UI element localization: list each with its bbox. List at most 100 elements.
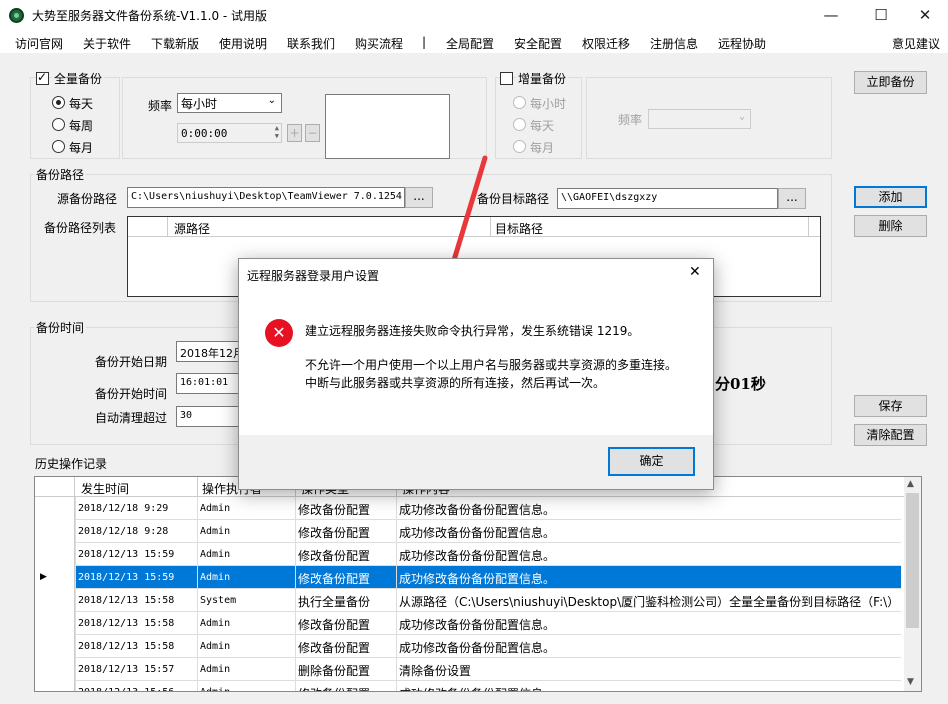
radio-monthly[interactable] [52, 140, 65, 153]
add-button[interactable]: 添加 [854, 186, 927, 208]
cell-type: 修改备份配置 [295, 612, 396, 635]
target-browse-button[interactable]: ... [778, 188, 806, 209]
scrollbar-thumb[interactable] [906, 493, 919, 628]
dialog-close-button[interactable]: ✕ [689, 264, 701, 280]
minus-button[interactable]: − [305, 124, 320, 142]
save-button[interactable]: 保存 [854, 395, 927, 417]
row-indicator [35, 681, 75, 691]
cell-content: 清除备份设置 [396, 658, 901, 681]
column-divider [808, 217, 809, 237]
inc-frequency-select[interactable]: ⌄ [648, 109, 751, 129]
cell-user: Admin [197, 497, 295, 520]
menu-permission-migration[interactable]: 权限迁移 [582, 35, 630, 52]
cell-user: Admin [197, 681, 295, 691]
delete-button[interactable]: 删除 [854, 215, 927, 237]
history-scrollbar[interactable]: ▲ ▼ [904, 477, 921, 691]
source-path-input[interactable]: C:\Users\niushuyi\Desktop\TeamViewer 7.0… [127, 187, 405, 208]
row-indicator [35, 589, 75, 612]
maximize-button[interactable]: ☐ [858, 0, 904, 31]
incremental-backup-checkbox[interactable] [500, 72, 513, 85]
dialog-message-detail-1: 不允许一个用户使用一个以上用户名与服务器或共享资源的多重连接。 [305, 358, 678, 372]
time-picker[interactable]: 0:00:00 ▲ ▼ [177, 123, 282, 143]
menu-registration[interactable]: 注册信息 [650, 35, 698, 52]
menu-separator: | [422, 35, 427, 49]
cell-time: 2018/12/13 15:59 [75, 543, 197, 566]
row-pointer-icon: ▶ [35, 566, 75, 589]
cell-user: Admin [197, 520, 295, 543]
dialog-message-main: 建立远程服务器连接失败命令执行异常，发生系统错误 1219。 [305, 324, 640, 338]
app-icon [9, 8, 24, 23]
time-value: 0:00:00 [181, 127, 228, 140]
cell-user: Admin [197, 658, 295, 681]
inc-frequency-label: 频率 [618, 113, 643, 127]
cell-time: 2018/12/13 15:58 [75, 635, 197, 658]
row-indicator [35, 612, 75, 635]
full-backup-checkbox[interactable]: ✓ [36, 70, 49, 85]
dialog-footer: 确定 [239, 435, 713, 489]
table-row[interactable]: 2018/12/18 9:29 Admin 修改备份配置 成功修改备份备份配置信息。 [35, 497, 901, 520]
column-time[interactable]: 发生时间 [81, 480, 129, 497]
source-browse-button[interactable]: ... [405, 187, 433, 208]
table-row[interactable]: 2018/12/13 15:56Admin修改备份配置成功修改备份备份配置信息。 [35, 681, 901, 691]
radio-weekly[interactable] [52, 118, 65, 131]
history-header-indicator [35, 477, 75, 497]
row-indicator [35, 658, 75, 681]
menu-download[interactable]: 下载新版 [151, 35, 199, 52]
scroll-up-icon[interactable]: ▲ [907, 479, 914, 489]
history-table[interactable]: 发生时间 操作执行者 操作类型 操作内容 2018/12/18 9:29Admi… [34, 476, 922, 692]
menu-purchase[interactable]: 购买流程 [355, 35, 403, 52]
menu-instructions[interactable]: 使用说明 [219, 35, 267, 52]
target-path-input[interactable]: \\GAOFEI\dszgxzy [557, 188, 778, 209]
spinner-icon[interactable]: ▲ ▼ [275, 124, 279, 140]
radio-daily-inc-label: 每天 [530, 119, 555, 133]
frequency-select[interactable]: 每小时 ⌄ [177, 93, 282, 113]
close-button[interactable]: ✕ [902, 0, 948, 31]
radio-hourly-inc[interactable] [513, 96, 526, 109]
table-row[interactable]: 2018/12/13 15:58 Admin 修改备份配置 成功修改备份备份配置信息。 [35, 635, 901, 658]
start-date-input[interactable]: 2018年12月 [176, 341, 246, 362]
menu-security-config[interactable]: 安全配置 [514, 35, 562, 52]
radio-monthly-inc[interactable] [513, 140, 526, 153]
table-row[interactable]: 2018/12/13 15:58 Admin 修改备份配置 成功修改备份备份配置信息。 [35, 612, 901, 635]
cell-type: 修改备份配置 [295, 566, 396, 589]
plus-button[interactable]: + [287, 124, 302, 142]
radio-daily-inc[interactable] [513, 118, 526, 131]
menu-contact[interactable]: 联系我们 [287, 35, 335, 52]
cell-content: 从源路径（C:\Users\niushuyi\Desktop\厦门鉴科检测公司）… [396, 589, 901, 612]
start-time-label: 备份开始时间 [95, 387, 168, 401]
cell-user: Admin [197, 566, 295, 589]
start-time-input[interactable]: 16:01:01 [176, 373, 246, 394]
clear-config-button[interactable]: 清除配置 [854, 424, 927, 446]
radio-daily[interactable] [52, 96, 65, 109]
row-indicator [35, 497, 75, 520]
table-row[interactable]: 2018/12/18 9:28 Admin 修改备份配置 成功修改备份备份配置信息。 [35, 520, 901, 543]
column-divider [490, 217, 491, 237]
history-rows: 2018/12/18 9:29 Admin 修改备份配置 成功修改备份备份配置信息。 2… [35, 497, 901, 691]
menu-remote-assist[interactable]: 远程协助 [718, 35, 766, 52]
source-path-label: 源备份路径 [57, 192, 118, 206]
menu-about[interactable]: 关于软件 [83, 35, 131, 52]
table-row[interactable]: 2018/12/13 15:59 Admin 修改备份配置 成功修改备份备份配置信息。 [35, 543, 901, 566]
menu-official-site[interactable]: 访问官网 [15, 35, 63, 52]
radio-weekly-label: 每周 [69, 119, 94, 133]
table-row[interactable]: 2018/12/13 15:57 Admin 删除备份配置 清除备份设置 [35, 658, 901, 681]
row-indicator [35, 635, 75, 658]
backup-now-button[interactable]: 立即备份 [854, 71, 927, 94]
auto-clean-input[interactable]: 30 [176, 406, 246, 427]
cell-time: 2018/12/13 15:58 [75, 589, 197, 612]
ok-button[interactable]: 确定 [608, 447, 695, 476]
cell-type: 执行全量备份 [295, 589, 396, 612]
menu-global-config[interactable]: 全局配置 [446, 35, 494, 52]
table-row[interactable]: ▶ 2018/12/13 15:59 Admin 修改备份配置 成功修改备份备份配置信息… [35, 566, 901, 589]
radio-monthly-label: 每月 [69, 141, 94, 155]
full-backup-label: 全量备份 [52, 70, 105, 87]
column-source-path[interactable]: 源路径 [174, 220, 210, 237]
minimize-button[interactable]: — [808, 0, 854, 31]
cell-time: 2018/12/13 15:58 [75, 612, 197, 635]
cell-time: 2018/12/18 9:29 [75, 497, 197, 520]
column-target-path[interactable]: 目标路径 [495, 220, 543, 237]
scroll-down-icon[interactable]: ▼ [907, 677, 914, 687]
menu-feedback[interactable]: 意见建议 [892, 35, 940, 52]
cell-type: 修改备份配置 [295, 681, 396, 691]
table-row[interactable]: 2018/12/13 15:58 System 执行全量备份 从源路径（C:\User… [35, 589, 901, 612]
